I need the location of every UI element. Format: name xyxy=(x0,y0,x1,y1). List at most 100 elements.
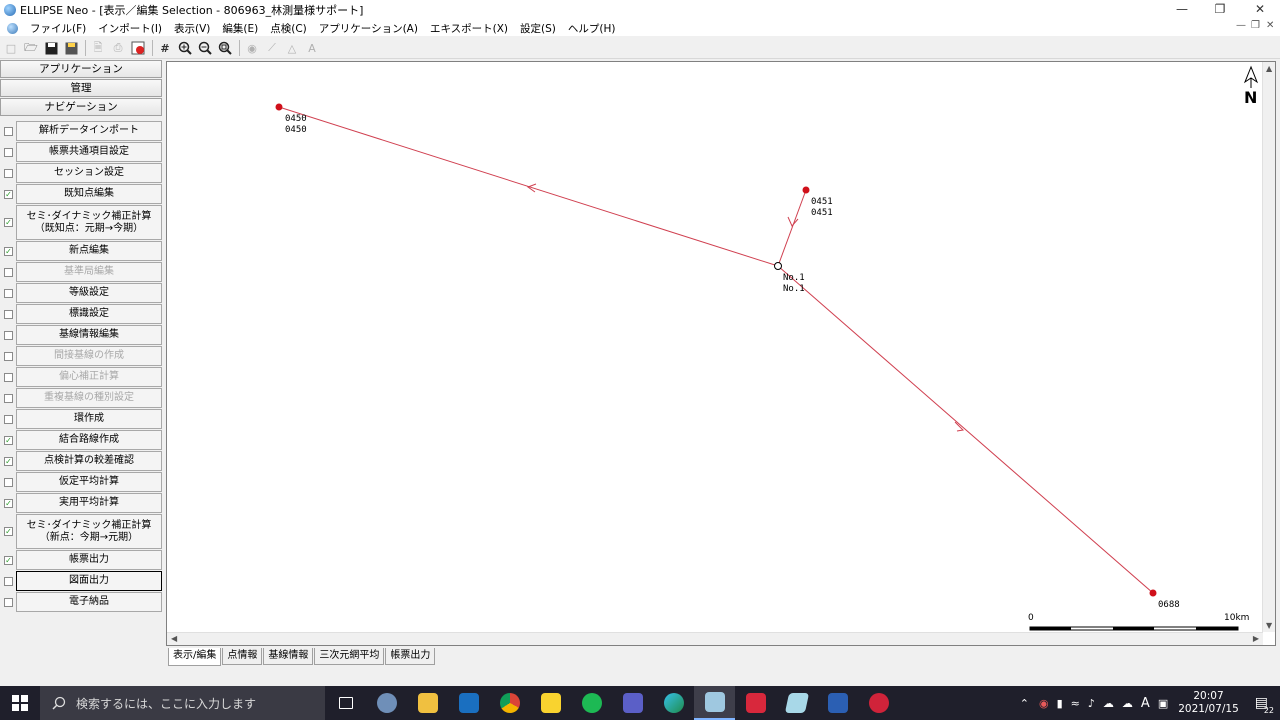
new-point-no1[interactable] xyxy=(774,262,782,270)
step-button[interactable]: 電子納品 xyxy=(16,592,162,612)
step-button[interactable]: セミ･ダイナミック補正計算 （新点：今期→元期） xyxy=(16,514,162,549)
tab-report-output[interactable]: 帳票出力 xyxy=(385,648,436,665)
line-tool-icon[interactable]: ⟋ xyxy=(263,39,281,57)
triangle-tool-icon[interactable]: △ xyxy=(283,39,301,57)
taskbar-search-box[interactable]: 検索するには、ここに入力します xyxy=(40,686,325,720)
file-explorer-icon[interactable] xyxy=(407,686,448,720)
step-button[interactable]: 帳票共通項目設定 xyxy=(16,142,162,162)
step-checkbox[interactable] xyxy=(4,393,13,403)
wifi-icon[interactable]: ≈ xyxy=(1071,697,1080,710)
step-checkbox[interactable]: ✓ xyxy=(4,498,13,508)
step-button[interactable]: 図面出力 xyxy=(16,571,162,591)
tab-display-edit[interactable]: 表示/編集 xyxy=(168,648,222,666)
network-diagram[interactable]: 0450 0450 0451 0451 No.1 No.1 0688 N 0 1… xyxy=(167,62,1263,632)
step-checkbox[interactable]: ✓ xyxy=(4,555,13,565)
step-checkbox[interactable]: ✓ xyxy=(4,218,13,227)
mdi-minimize-button[interactable]: — xyxy=(1236,20,1246,31)
step-button[interactable]: 基線情報編集 xyxy=(16,325,162,345)
menu-export[interactable]: エキスポート(X) xyxy=(424,21,514,36)
menu-import[interactable]: インポート(I) xyxy=(92,21,168,36)
step-checkbox[interactable]: ✓ xyxy=(4,456,13,466)
zoom-out-icon[interactable] xyxy=(196,39,214,57)
step-checkbox[interactable] xyxy=(4,147,13,157)
step-button[interactable]: 間接基線の作成 xyxy=(16,346,162,366)
step-button[interactable]: 基準局編集 xyxy=(16,262,162,282)
chrome-icon[interactable] xyxy=(489,686,530,720)
ellipse-neo-taskbar-icon[interactable] xyxy=(694,686,735,720)
step-button[interactable]: セッション設定 xyxy=(16,163,162,183)
volume-icon[interactable]: ♪ xyxy=(1088,697,1095,710)
scroll-left-icon[interactable]: ◀ xyxy=(171,634,177,643)
step-checkbox[interactable] xyxy=(4,309,13,319)
step-checkbox[interactable] xyxy=(4,477,13,487)
step-button[interactable]: 実用平均計算 xyxy=(16,493,162,513)
step-checkbox[interactable] xyxy=(4,330,13,340)
step-button[interactable]: 帳票出力 xyxy=(16,550,162,570)
security-icon[interactable]: ▣ xyxy=(1158,697,1168,710)
step-button[interactable]: 等級設定 xyxy=(16,283,162,303)
step-button[interactable]: 点検計算の較差確認 xyxy=(16,451,162,471)
step-checkbox[interactable] xyxy=(4,168,13,178)
task-view-icon[interactable] xyxy=(325,686,366,720)
teams-icon[interactable] xyxy=(612,686,653,720)
step-button[interactable]: 仮定平均計算 xyxy=(16,472,162,492)
step-checkbox[interactable]: ✓ xyxy=(4,435,13,445)
print-preview-icon[interactable]: 🗎 xyxy=(89,39,107,57)
menu-help[interactable]: ヘルプ(H) xyxy=(562,21,622,36)
menu-application[interactable]: アプリケーション(A) xyxy=(313,21,424,36)
scroll-up-icon[interactable]: ▲ xyxy=(1266,64,1272,73)
step-checkbox[interactable]: ✓ xyxy=(4,246,13,256)
tab-point-info[interactable]: 点情報 xyxy=(222,648,263,665)
mdi-close-button[interactable]: ✕ xyxy=(1266,20,1274,31)
sticky-notes-icon[interactable] xyxy=(530,686,571,720)
horizontal-scrollbar[interactable]: ◀ ▶ xyxy=(167,632,1263,645)
scroll-down-icon[interactable]: ▼ xyxy=(1266,621,1272,630)
maximize-button[interactable]: ❐ xyxy=(1200,0,1240,20)
print-icon[interactable]: ⎙ xyxy=(109,39,127,57)
tray-app-icon[interactable]: ◉ xyxy=(1039,697,1049,710)
step-checkbox[interactable] xyxy=(4,351,13,361)
step-checkbox[interactable] xyxy=(4,288,13,298)
known-point-0450[interactable] xyxy=(275,103,283,111)
taskbar-app-icon[interactable] xyxy=(366,686,407,720)
step-button[interactable]: 環作成 xyxy=(16,409,162,429)
battery-icon[interactable]: ▮ xyxy=(1057,697,1063,710)
menu-view[interactable]: 表示(V) xyxy=(168,21,216,36)
outlook-icon[interactable] xyxy=(448,686,489,720)
tab-3d-network-adjustment[interactable]: 三次元網平均 xyxy=(314,648,385,665)
ime-indicator[interactable]: A xyxy=(1141,696,1150,711)
step-checkbox[interactable] xyxy=(4,576,13,586)
vertical-scrollbar[interactable]: ▲ ▼ xyxy=(1262,62,1275,632)
step-checkbox[interactable] xyxy=(4,597,13,607)
close-button[interactable]: ✕ xyxy=(1240,0,1280,20)
spotify-icon[interactable] xyxy=(571,686,612,720)
open-folder-icon[interactable]: 🗁 xyxy=(22,39,40,57)
step-checkbox[interactable]: ✓ xyxy=(4,189,13,199)
step-checkbox[interactable]: ✓ xyxy=(4,527,13,536)
word-icon[interactable] xyxy=(817,686,858,720)
mdi-restore-button[interactable]: ❐ xyxy=(1251,20,1260,31)
zoom-in-icon[interactable] xyxy=(176,39,194,57)
menu-check[interactable]: 点検(C) xyxy=(264,21,313,36)
point-tool-icon[interactable]: ◉ xyxy=(243,39,261,57)
menu-file[interactable]: ファイル(F) xyxy=(24,21,92,36)
menu-edit[interactable]: 編集(E) xyxy=(216,21,264,36)
sidebar-header-application[interactable]: アプリケーション xyxy=(0,60,162,78)
step-button[interactable]: 偏心補正計算 xyxy=(16,367,162,387)
menu-settings[interactable]: 設定(S) xyxy=(514,21,562,36)
sync-icon[interactable]: ☁ xyxy=(1122,697,1133,710)
tab-baseline-info[interactable]: 基線情報 xyxy=(263,648,314,665)
export-icon[interactable] xyxy=(129,39,147,57)
save-as-icon[interactable] xyxy=(62,39,80,57)
minimize-button[interactable]: — xyxy=(1162,0,1202,20)
taskbar-clock[interactable]: 20:07 2021/07/15 xyxy=(1178,690,1239,716)
document-icon[interactable] xyxy=(7,22,18,34)
step-button[interactable]: セミ･ダイナミック補正計算 （既知点：元期→今期） xyxy=(16,205,162,240)
known-point-0451[interactable] xyxy=(802,186,810,194)
step-button[interactable]: 結合路線作成 xyxy=(16,430,162,450)
step-checkbox[interactable] xyxy=(4,126,13,136)
step-checkbox[interactable] xyxy=(4,267,13,277)
edge-icon[interactable] xyxy=(653,686,694,720)
infinity-app-icon[interactable] xyxy=(735,686,776,720)
step-checkbox[interactable] xyxy=(4,414,13,424)
